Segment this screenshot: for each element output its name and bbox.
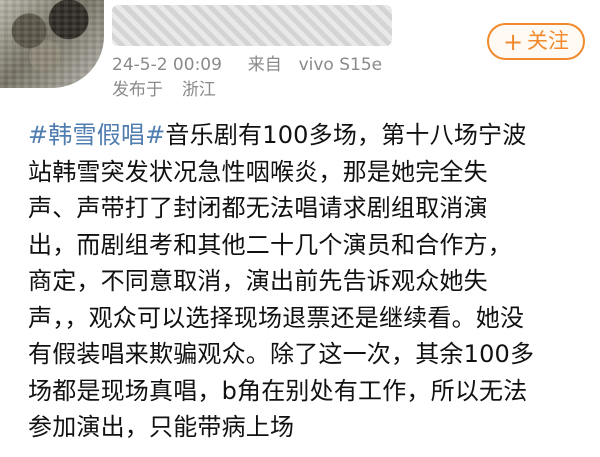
post-meta-line: 24-5-2 00:09 来自 vivo S15e xyxy=(112,55,382,75)
follow-label: 关注 xyxy=(527,29,570,53)
content-line-7: 有假装唱来欺骗观众。除了这一次，其余100多 xyxy=(28,340,535,368)
device-name: vivo S15e xyxy=(298,55,383,75)
content-line-6: 声，，观众可以选择现场退票还是继续看。她没 xyxy=(28,303,525,332)
user-avatar[interactable] xyxy=(0,0,104,88)
content-text-line-1: 音乐剧有100多场，第十八场宁波 xyxy=(165,121,527,149)
follow-button[interactable]: + 关注 xyxy=(487,23,585,60)
post-location-line: 发布于 浙江 xyxy=(112,80,216,100)
content-line-2: 站韩雪突发状况急性咽喉炎，那是她完全失 xyxy=(28,157,488,186)
post-content: #韩雪假唱#音乐剧有100多场，第十八场宁波 站韩雪突发状况急性咽喉炎，那是她完… xyxy=(28,117,578,446)
location-prefix: 发布于 xyxy=(112,80,163,100)
content-line-9: 参加演出，只能带病上场 xyxy=(28,413,295,441)
content-line-1: #韩雪假唱#音乐剧有100多场，第十八场宁波 xyxy=(28,117,578,154)
blurred-username xyxy=(112,5,392,46)
avatar-image xyxy=(0,0,104,88)
content-line-8: 场都是现场真唱，b角在别处有工作，所以无法 xyxy=(28,376,528,405)
plus-icon: + xyxy=(502,27,524,56)
content-line-4: 出，而剧组考和其他二十几个演员和合作方， xyxy=(28,230,512,259)
weibo-post-card: 24-5-2 00:09 来自 vivo S15e 发布于 浙江 + 关注 #韩… xyxy=(0,0,600,457)
content-line-5: 商定，不同意取消，演出前先告诉观众她失 xyxy=(28,267,488,295)
device-prefix: 来自 xyxy=(247,55,282,75)
location-name: 浙江 xyxy=(181,80,216,100)
content-line-3: 声、声带打了封闭都无法唱请求剧组取消演 xyxy=(28,194,488,222)
post-timestamp: 24-5-2 00:09 xyxy=(112,55,222,75)
hashtag-link[interactable]: #韩雪假唱# xyxy=(28,121,165,149)
